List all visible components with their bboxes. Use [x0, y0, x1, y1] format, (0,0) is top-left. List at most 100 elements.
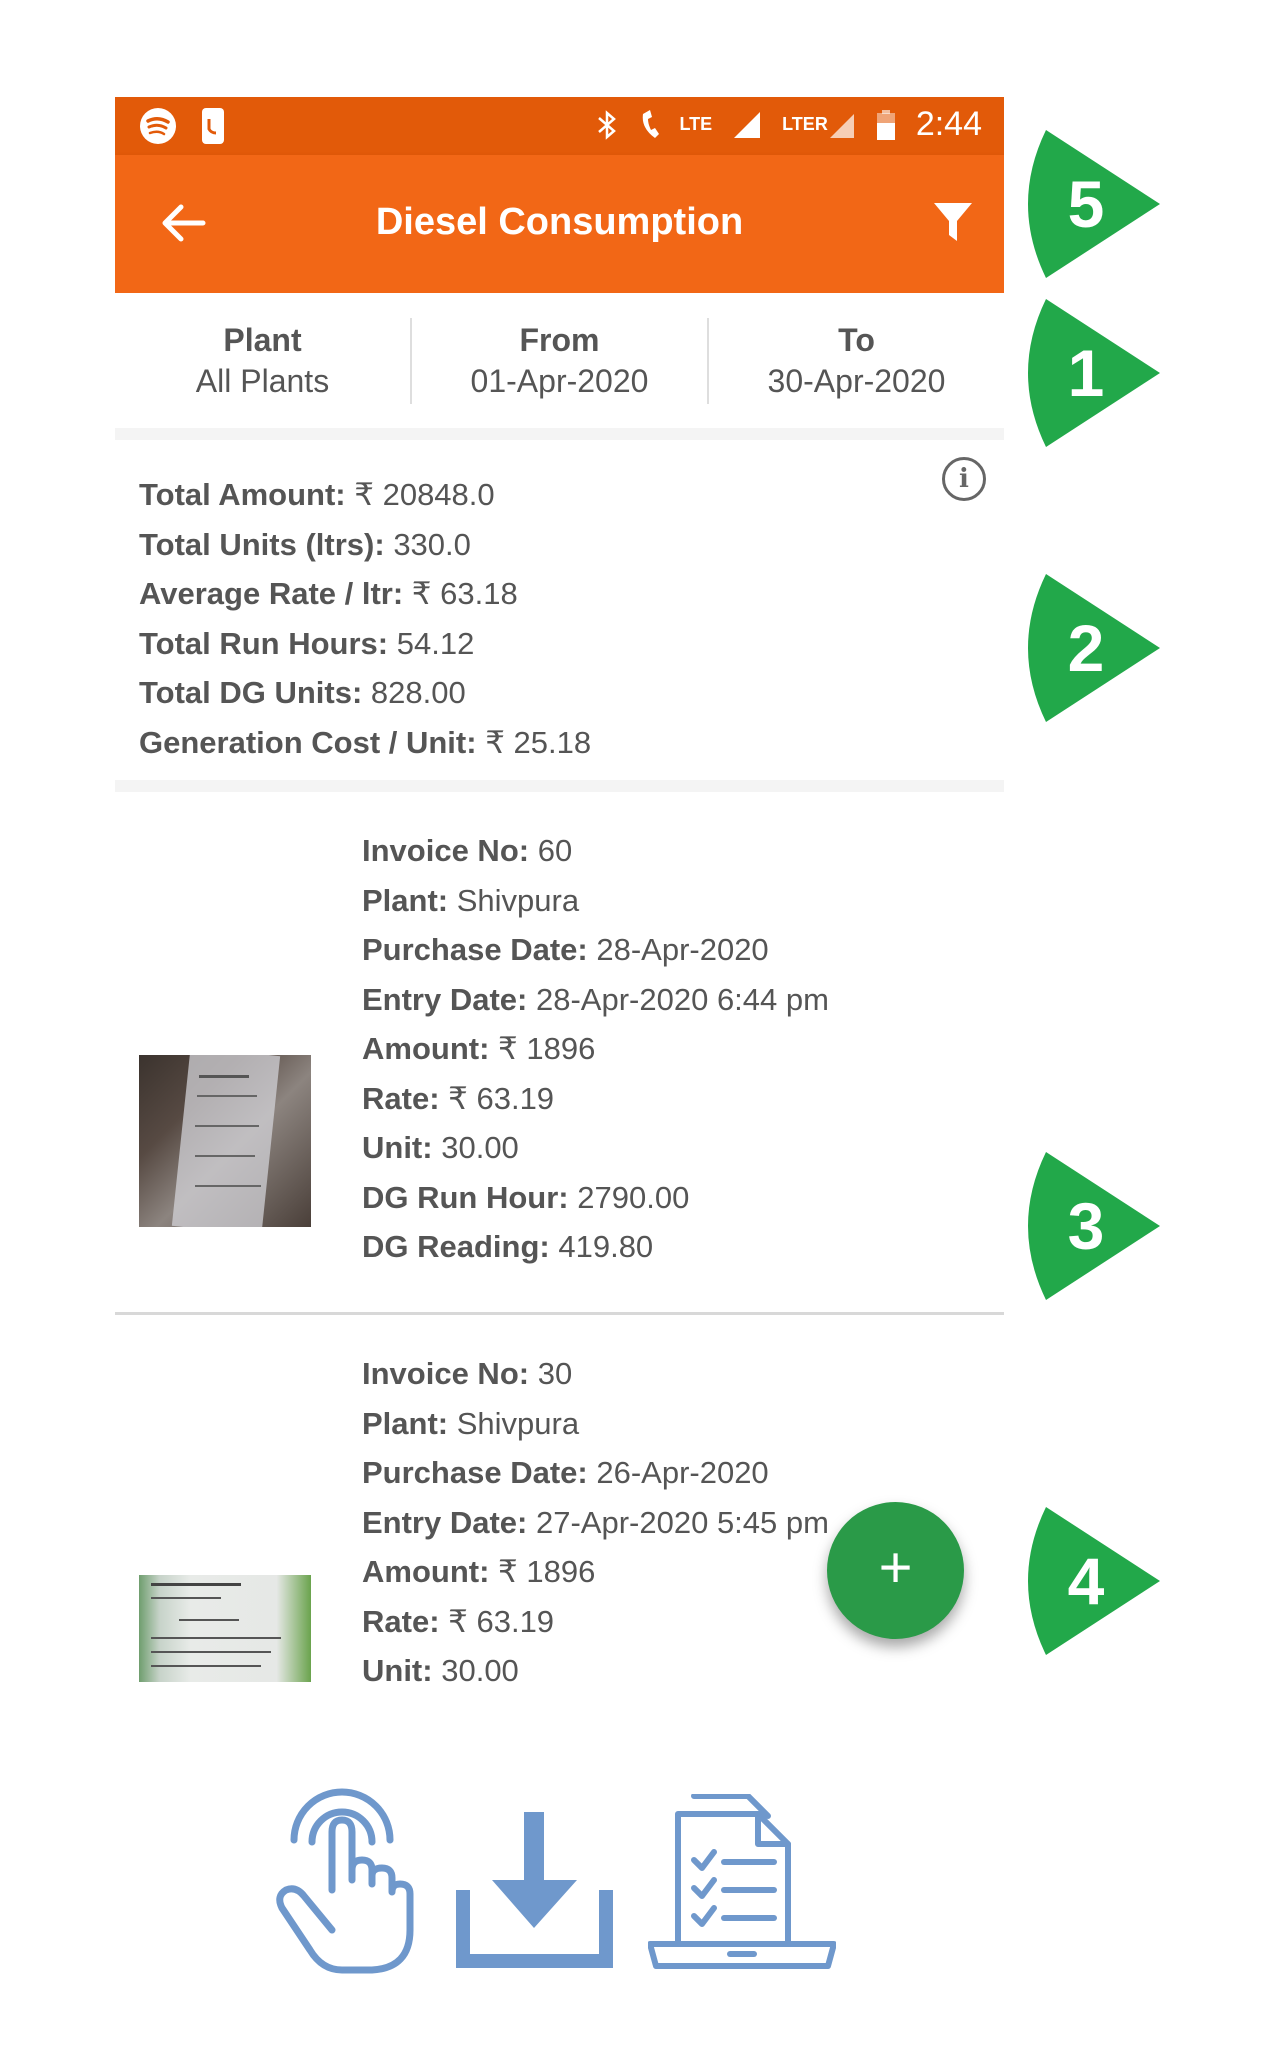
summary-label: Average Rate / ltr: — [139, 576, 404, 611]
entry-value: 30.00 — [441, 1653, 519, 1682]
volte-call-icon: LTE — [639, 108, 712, 142]
filter-icon[interactable] — [932, 201, 974, 245]
entry-field: Unit: 30.00 — [362, 1646, 829, 1682]
entry-value: 30 — [537, 1356, 573, 1391]
entry-label: Invoice No: — [362, 833, 530, 868]
summary-label: Total Amount: — [139, 477, 346, 512]
entry-value: ₹ 1896 — [498, 1031, 596, 1066]
entry-field: Purchase Date: 26-Apr-2020 — [362, 1448, 829, 1498]
entry-label: Plant: — [362, 1405, 449, 1441]
add-entry-button[interactable]: + — [827, 1502, 964, 1639]
entry-value: ₹ 63.19 — [448, 1080, 555, 1116]
entry-label: Unit: — [362, 1653, 433, 1682]
entry-field: DG Run Hour: 2790.00 — [362, 1173, 829, 1223]
report-icon — [648, 1794, 836, 1969]
signal-icon — [732, 110, 762, 140]
callout-badge-5: 5 — [1006, 124, 1166, 284]
filter-bar: Plant All Plants From 01-Apr-2020 To 30-… — [115, 293, 1004, 440]
summary-value: ₹ 25.18 — [485, 724, 592, 760]
to-date-filter[interactable]: To 30-Apr-2020 — [709, 318, 1004, 404]
entry-value: 27-Apr-2020 5:45 pm — [536, 1504, 829, 1540]
summary-card: Total Amount: ₹ 20848.0 Total Units (ltr… — [115, 440, 1004, 792]
entry-field: Plant: Shivpura — [362, 876, 829, 926]
summary-line: Total Amount: ₹ 20848.0 — [139, 470, 591, 520]
feature-icons — [0, 1780, 1277, 1980]
to-filter-label: To — [838, 321, 875, 358]
plant-filter-label: Plant — [223, 321, 302, 358]
app-bar: Diesel Consumption — [115, 155, 1004, 293]
download-icon — [456, 1812, 613, 1968]
entry-field: Purchase Date: 28-Apr-2020 — [362, 925, 829, 975]
receipt-thumbnail-image[interactable] — [139, 1575, 311, 1682]
callout-badge-2: 2 — [1006, 568, 1166, 728]
entry-value: 30.00 — [441, 1130, 519, 1165]
from-filter-value: 01-Apr-2020 — [470, 362, 649, 399]
summary-line: Total Units (ltrs): 330.0 — [139, 520, 591, 570]
callout-badge-4: 4 — [1006, 1501, 1166, 1661]
signal2-icon: LTE R — [782, 110, 856, 140]
entry-label: Purchase Date: — [362, 1455, 588, 1490]
touch-icon — [276, 1788, 414, 1974]
entry-field: Entry Date: 27-Apr-2020 5:45 pm — [362, 1498, 829, 1548]
list-item[interactable]: Invoice No: 60 Plant: Shivpura Purchase … — [115, 792, 1004, 1315]
summary-label: Total Run Hours: — [139, 625, 389, 661]
summary-line: Total Run Hours: 54.12 — [139, 619, 591, 669]
callout-number: 3 — [1067, 1189, 1105, 1263]
entry-field: Unit: 30.00 — [362, 1123, 829, 1173]
entry-field: Invoice No: 30 — [362, 1349, 829, 1399]
entry-value: 28-Apr-2020 6:44 pm — [536, 981, 829, 1017]
summary-value: 330.0 — [393, 526, 471, 562]
entry-label: Amount: — [362, 1554, 490, 1589]
callout-number: 5 — [1067, 167, 1105, 241]
summary-label: Total Units (ltrs): — [139, 526, 385, 562]
entry-label: DG Run Hour: — [362, 1179, 569, 1215]
entry-value: ₹ 1896 — [498, 1554, 596, 1589]
entry-value: 60 — [537, 833, 573, 868]
page-title: Diesel Consumption — [375, 201, 744, 243]
from-filter-label: From — [519, 321, 600, 358]
entry-field: Amount: ₹ 1896 — [362, 1024, 829, 1074]
summary-value: ₹ 63.18 — [411, 576, 518, 611]
entry-field: Invoice No: 60 — [362, 826, 829, 876]
lte2-label: LTE — [782, 114, 815, 134]
entry-label: Purchase Date: — [362, 932, 588, 967]
plant-filter[interactable]: Plant All Plants — [115, 317, 412, 404]
phone-screen: LTE LTE R 2:44 Diesel Consumption Plant … — [115, 97, 1004, 1682]
entry-label: Amount: — [362, 1031, 490, 1066]
summary-value: 828.00 — [370, 675, 466, 710]
callout-number: 2 — [1067, 611, 1105, 685]
receipt-thumbnail-image[interactable] — [139, 1055, 311, 1227]
entry-field: Rate: ₹ 63.19 — [362, 1597, 829, 1647]
entry-label: Entry Date: — [362, 1504, 528, 1540]
entry-label: Plant: — [362, 882, 449, 918]
summary-label: Total DG Units: — [139, 675, 363, 710]
entry-field: Rate: ₹ 63.19 — [362, 1074, 829, 1124]
entry-label: Rate: — [362, 1603, 440, 1639]
entry-field: DG Reading: 419.80 — [362, 1222, 829, 1272]
battery-icon — [876, 109, 896, 141]
summary-line: Average Rate / ltr: ₹ 63.18 — [139, 569, 591, 619]
status-bar: LTE LTE R 2:44 — [115, 97, 1004, 155]
entry-value: ₹ 63.19 — [448, 1603, 555, 1639]
info-icon[interactable]: i — [942, 457, 986, 501]
plant-filter-value: All Plants — [195, 362, 330, 399]
status-time: 2:44 — [915, 105, 982, 143]
entry-label: Invoice No: — [362, 1356, 530, 1391]
entry-label: DG Reading: — [362, 1229, 550, 1264]
entry-value: Shivpura — [456, 882, 580, 918]
entry-field: Entry Date: 28-Apr-2020 6:44 pm — [362, 975, 829, 1025]
summary-line: Total DG Units: 828.00 — [139, 668, 591, 718]
from-date-filter[interactable]: From 01-Apr-2020 — [412, 317, 709, 404]
entry-label: Unit: — [362, 1130, 433, 1165]
bluetooth-icon — [595, 109, 619, 141]
callout-badge-3: 3 — [1006, 1146, 1166, 1306]
entry-value: 26-Apr-2020 — [596, 1455, 769, 1490]
entry-value: 2790.00 — [577, 1179, 690, 1215]
spotify-icon — [139, 107, 177, 145]
lte-label: LTE — [679, 114, 713, 134]
entry-field: Plant: Shivpura — [362, 1399, 829, 1449]
summary-line: Generation Cost / Unit: ₹ 25.18 — [139, 718, 591, 768]
callout-badge-1: 1 — [1006, 293, 1166, 453]
entry-value: Shivpura — [456, 1405, 580, 1441]
entry-label: Rate: — [362, 1080, 440, 1116]
